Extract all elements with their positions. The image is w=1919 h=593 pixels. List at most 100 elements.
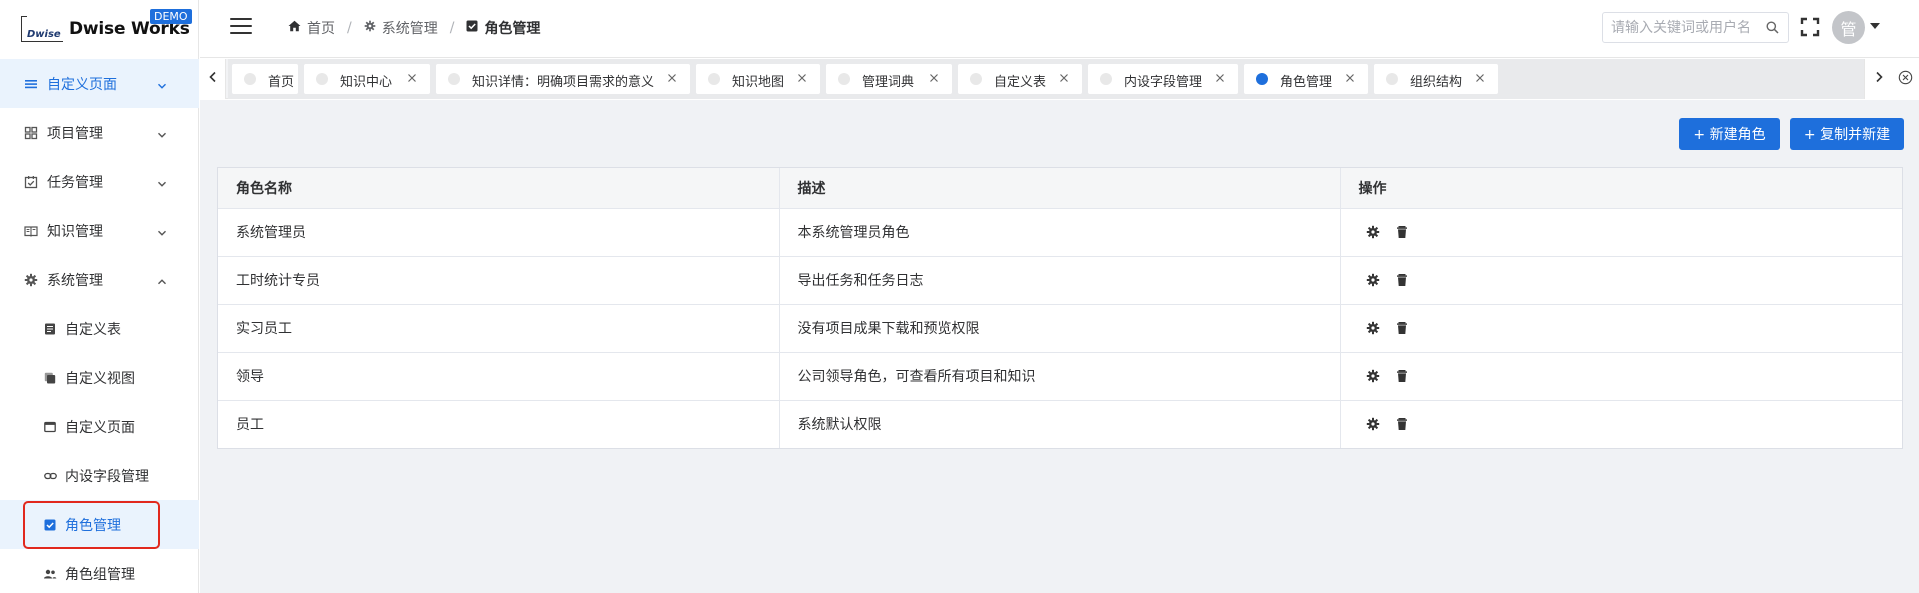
menu-item-label: 自定义页面 [47,76,117,93]
submenu-item-builtin-fields[interactable]: 内设字段管理 [0,451,199,500]
column-header-actions: 操作 [1340,168,1902,209]
settings-gear-icon[interactable] [1366,273,1380,287]
settings-gear-icon[interactable] [1366,417,1380,431]
submenu-item-custom-table[interactable]: 自定义表 [0,304,199,353]
tabs-scroll-right-button[interactable] [1864,59,1892,99]
submenu-item-custom-view[interactable]: 自定义视图 [0,353,199,402]
demo-badge: DEMO [150,9,192,24]
chevron-down-icon [157,226,167,236]
menu-item-system[interactable]: 系统管理 [0,255,199,304]
close-icon[interactable] [406,72,418,84]
actions-cell [1340,256,1902,305]
breadcrumb: 首页 / 系统管理 / 角色管理 [288,0,540,56]
close-icon[interactable] [666,72,678,84]
chevron-right-icon [1874,71,1884,87]
hamburger-menu-icon[interactable] [230,18,252,34]
role-description-cell: 没有项目成果下载和预览权限 [779,304,1341,353]
trash-icon[interactable] [1395,273,1409,287]
breadcrumb-home[interactable]: 首页 [288,18,335,38]
trash-icon[interactable] [1395,321,1409,335]
menu-item-knowledge[interactable]: 知识管理 [0,206,199,255]
roles-table: 角色名称 描述 操作 系统管理员 本系统管理员角色 工时统计专员 导出任务和任务… [217,167,1903,449]
home-icon [288,20,301,36]
close-all-tabs-button[interactable] [1892,59,1919,99]
close-icon[interactable] [1214,72,1226,84]
tab-knowledge-map[interactable]: 知识地图 [696,64,820,94]
table-row: 工时统计专员 导出任务和任务日志 [218,256,1902,305]
menu-item-label: 项目管理 [47,125,103,142]
table-row: 员工 系统默认权限 [218,400,1902,448]
submenu-item-label: 角色管理 [65,517,121,534]
submenu-item-role-groups[interactable]: 角色组管理 [0,549,199,593]
tab-home[interactable]: 首页 [232,64,298,94]
close-icon[interactable] [1344,72,1356,84]
breadcrumb-separator: / [449,20,455,36]
tab-label: 角色管理 [1280,75,1333,90]
menu-item-custom-pages[interactable]: 自定义页面 [0,59,199,108]
column-header-description[interactable]: 描述 [779,168,1341,209]
search-input[interactable] [1611,13,1771,42]
tab-label: 组织结构 [1410,75,1463,90]
menu-item-tasks[interactable]: 任务管理 [0,157,199,206]
settings-gear-icon[interactable] [1366,225,1380,239]
tab-knowledge-detail[interactable]: 知识详情：明确项目需求的意义 [436,64,690,94]
chevron-down-icon [157,79,167,89]
logo[interactable]: Dwise Dwise Works DEMO [0,0,198,58]
avatar[interactable]: 管 [1832,11,1865,44]
actions-cell [1340,304,1902,353]
tab-label: 知识中心 [340,75,393,90]
chevron-left-icon [208,71,218,87]
role-name-cell: 实习员工 [218,304,780,353]
top-header: 首页 / 系统管理 / 角色管理 管 [200,0,1919,58]
tab-status-dot [316,73,328,85]
tab-label: 管理词典 [862,75,915,90]
submenu-item-role-management[interactable]: 角色管理 [0,500,199,549]
search-icon[interactable] [1766,21,1779,34]
link-icon [43,469,57,483]
settings-gear-icon[interactable] [1366,369,1380,383]
menu-item-projects[interactable]: 项目管理 [0,108,199,157]
fullscreen-icon[interactable] [1800,17,1820,37]
tab-management-dictionary[interactable]: 管理词典 [826,64,952,94]
logo-mark: Dwise [21,16,63,42]
tab-knowledge-center[interactable]: 知识中心 [304,64,430,94]
copy-and-new-button[interactable]: + 复制并新建 [1790,118,1904,150]
tab-label: 首页 [268,75,295,90]
book-icon [24,224,38,238]
search-box [1602,12,1789,43]
tab-builtin-fields[interactable]: 内设字段管理 [1088,64,1238,94]
column-header-role-name[interactable]: 角色名称 [218,168,780,209]
tab-status-dot [1100,73,1112,85]
breadcrumb-system[interactable]: 系统管理 [364,18,438,38]
window-icon [43,420,57,434]
table-row: 实习员工 没有项目成果下载和预览权限 [218,304,1902,353]
role-name-cell: 工时统计专员 [218,256,780,305]
submenu-item-custom-page[interactable]: 自定义页面 [0,402,199,451]
tabs-strip: 首页 知识中心 知识详情：明确项目需求的意义 知识地图 管理词典 自定义表 内设… [228,59,1882,99]
trash-icon[interactable] [1395,369,1409,383]
tab-custom-table[interactable]: 自定义表 [958,64,1082,94]
circle-close-icon [1898,70,1913,89]
close-icon[interactable] [928,72,940,84]
new-role-button[interactable]: + 新建角色 [1679,118,1780,150]
close-icon[interactable] [1058,72,1070,84]
list-icon [24,77,38,91]
trash-icon[interactable] [1395,417,1409,431]
settings-gear-icon[interactable] [1366,321,1380,335]
checkbox-icon [43,518,57,532]
table-row: 领导 公司领导角色，可查看所有项目和知识 [218,352,1902,401]
submenu-item-label: 角色组管理 [65,566,135,583]
breadcrumb-current: 角色管理 [466,18,540,38]
checkbox-icon [466,20,478,36]
tab-role-management[interactable]: 角色管理 [1244,64,1368,94]
close-icon[interactable] [1474,72,1486,84]
caret-down-icon[interactable] [1870,23,1880,29]
tab-org-structure[interactable]: 组织结构 [1374,64,1498,94]
submenu-item-label: 内设字段管理 [65,468,149,485]
tab-status-dot [708,73,720,85]
tabs-scroll-left-button[interactable] [200,59,226,99]
trash-icon[interactable] [1395,225,1409,239]
copy-icon [43,371,57,385]
close-icon[interactable] [796,72,808,84]
breadcrumb-label: 角色管理 [484,21,541,37]
